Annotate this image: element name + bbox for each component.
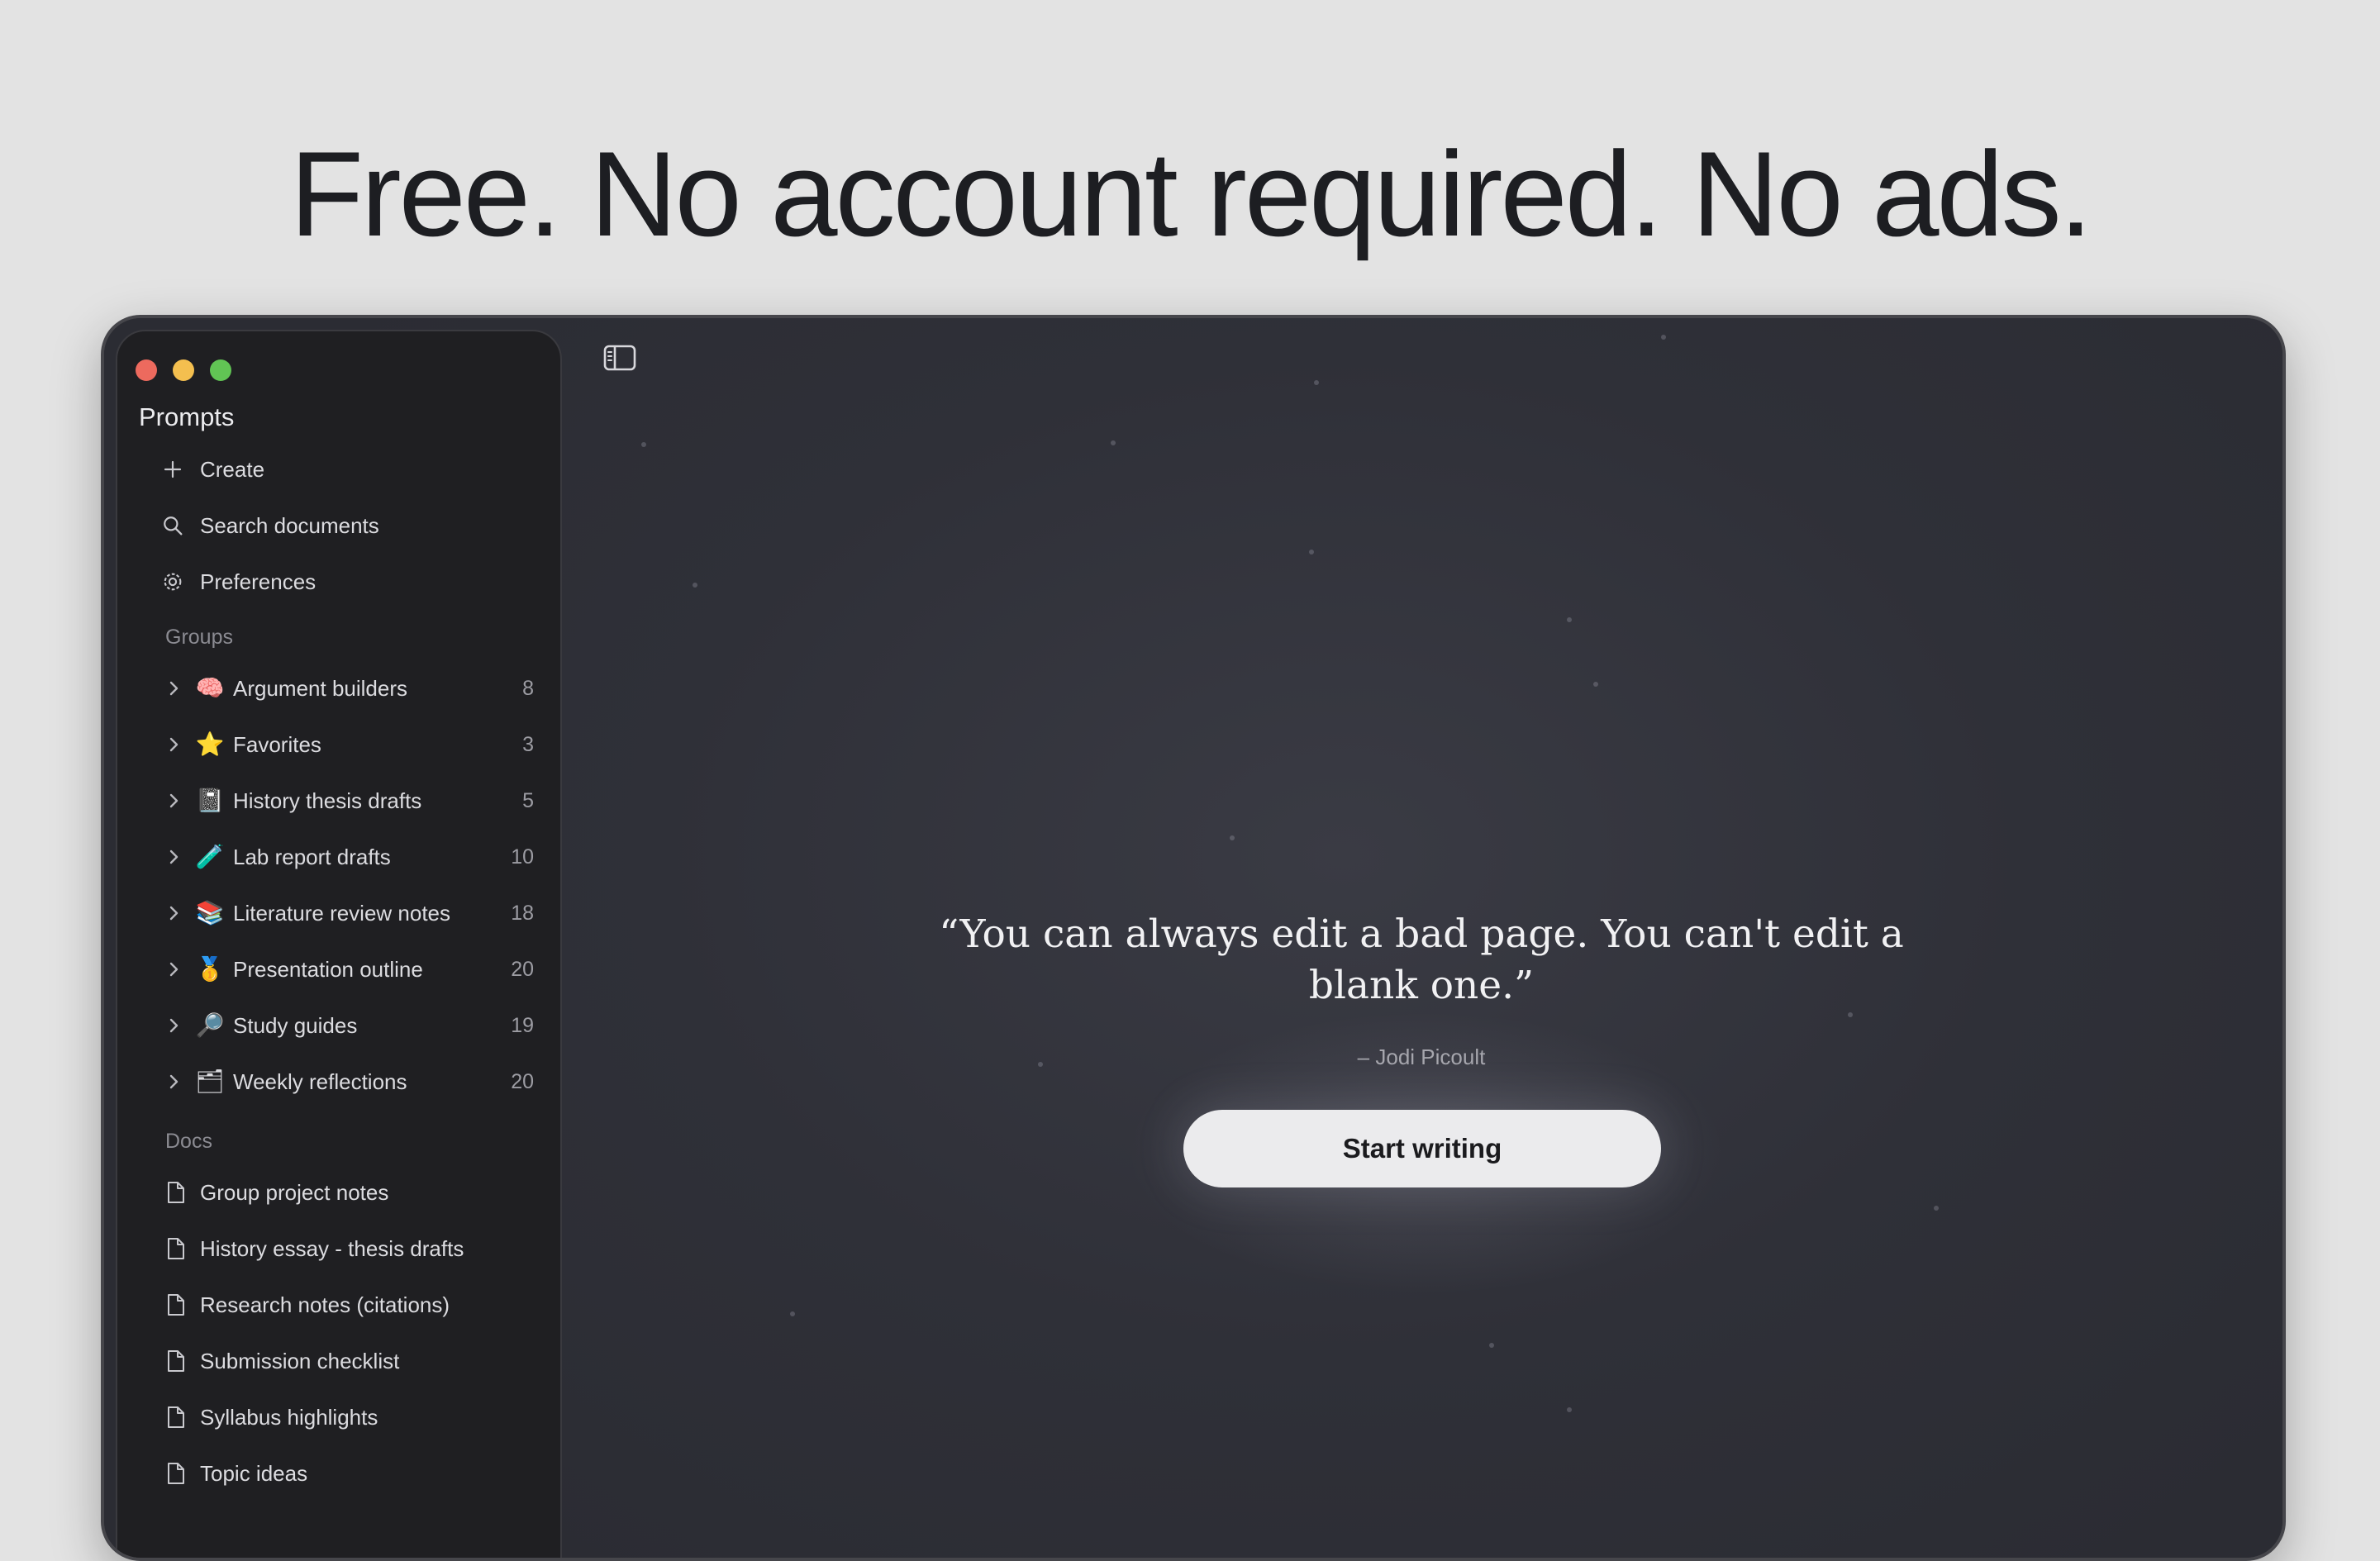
doc-item[interactable]: Submission checklist: [165, 1340, 399, 1383]
group-count: 3: [522, 732, 534, 756]
page-headline: Free. No account required. No ads.: [289, 126, 2092, 261]
search-documents-button[interactable]: Search documents: [160, 505, 379, 546]
group-item[interactable]: 🧠 Argument builders 8: [165, 667, 534, 710]
create-label: Create: [200, 456, 265, 482]
magnifier-icon: 🔎: [195, 1012, 225, 1038]
books-icon: 📚: [195, 900, 225, 926]
background-star: [1309, 550, 1314, 554]
group-count: 5: [522, 788, 534, 812]
group-label: History thesis drafts: [233, 788, 422, 813]
zoom-window-button[interactable]: [210, 359, 231, 381]
background-star: [1593, 682, 1598, 687]
doc-label: Topic ideas: [200, 1460, 308, 1486]
background-star: [1934, 1206, 1939, 1211]
sidebar: Prompts Create Search documents Preferen…: [116, 330, 562, 1558]
background-star: [1661, 335, 1666, 340]
doc-label: Group project notes: [200, 1179, 389, 1205]
background-star: [1848, 1012, 1853, 1017]
chevron-right-icon[interactable]: [165, 1013, 183, 1038]
document-icon: [165, 1292, 187, 1317]
group-label: Study guides: [233, 1012, 358, 1038]
group-item[interactable]: 🔎 Study guides 19: [165, 1004, 534, 1047]
inspirational-quote: “You can always edit a bad page. You can…: [939, 911, 1904, 1008]
group-count: 10: [511, 845, 534, 869]
chevron-right-icon[interactable]: [165, 732, 183, 757]
chevron-right-icon[interactable]: [165, 1069, 183, 1094]
chevron-right-icon[interactable]: [165, 957, 183, 982]
group-count: 20: [511, 957, 534, 981]
doc-label: Research notes (citations): [200, 1292, 450, 1317]
close-window-button[interactable]: [136, 359, 157, 381]
preferences-label: Preferences: [200, 569, 317, 594]
group-count: 19: [511, 1013, 534, 1037]
brain-icon: 🧠: [195, 675, 225, 701]
group-item[interactable]: ⭐ Favorites 3: [165, 723, 534, 766]
preferences-button[interactable]: Preferences: [160, 561, 316, 602]
group-label: Literature review notes: [233, 900, 451, 926]
doc-item[interactable]: Group project notes: [165, 1171, 388, 1214]
plus-icon: [160, 457, 185, 482]
background-star: [641, 442, 646, 447]
document-icon: [165, 1461, 187, 1486]
test-tube-icon: 🧪: [195, 844, 225, 869]
group-item[interactable]: 🧪 Lab report drafts 10: [165, 835, 534, 878]
group-item[interactable]: 🥇 Presentation outline 20: [165, 948, 534, 991]
star-icon: ⭐: [195, 731, 225, 757]
background-star: [1314, 380, 1319, 385]
chevron-right-icon[interactable]: [165, 788, 183, 813]
notebook-icon: 📓: [195, 788, 225, 813]
background-star: [790, 1311, 795, 1316]
doc-label: Submission checklist: [200, 1348, 400, 1373]
minimize-window-button[interactable]: [173, 359, 194, 381]
search-icon: [160, 513, 185, 538]
group-label: Presentation outline: [233, 956, 423, 982]
group-item[interactable]: 📚 Literature review notes 18: [165, 892, 534, 935]
doc-item[interactable]: History essay - thesis drafts: [165, 1227, 464, 1270]
group-item[interactable]: 🗂 Weekly reflections 20: [165, 1060, 534, 1103]
doc-label: History essay - thesis drafts: [200, 1235, 464, 1261]
group-label: Argument builders: [233, 675, 407, 701]
background-star: [1038, 1062, 1043, 1067]
chevron-right-icon[interactable]: [165, 901, 183, 926]
group-count: 8: [522, 676, 534, 700]
chevron-right-icon[interactable]: [165, 676, 183, 701]
document-icon: [165, 1405, 187, 1430]
group-item[interactable]: 📓 History thesis drafts 5: [165, 779, 534, 822]
groups-section-label: Groups: [165, 626, 233, 649]
quote-author: – Jodi Picoult: [1357, 1045, 1486, 1069]
sidebar-title: Prompts: [139, 402, 235, 431]
background-star: [1111, 440, 1116, 445]
medal-icon: 🥇: [195, 956, 225, 982]
background-star: [693, 583, 697, 588]
background-star: [1489, 1343, 1494, 1348]
background-star: [1567, 1407, 1572, 1412]
doc-item[interactable]: Syllabus highlights: [165, 1396, 378, 1439]
start-writing-button[interactable]: Start writing: [1183, 1110, 1661, 1187]
document-icon: [165, 1349, 187, 1373]
search-documents-label: Search documents: [200, 512, 379, 538]
group-label: Weekly reflections: [233, 1068, 407, 1094]
doc-item[interactable]: Topic ideas: [165, 1452, 307, 1495]
gear-icon: [160, 569, 185, 594]
folder-icon: 🗂: [195, 1068, 225, 1094]
create-button[interactable]: Create: [160, 449, 264, 490]
document-icon: [165, 1180, 187, 1205]
background-star: [1567, 617, 1572, 622]
document-icon: [165, 1236, 187, 1261]
group-count: 20: [511, 1069, 534, 1093]
doc-item[interactable]: Research notes (citations): [165, 1283, 450, 1326]
sidebar-toggle-icon[interactable]: [603, 345, 636, 371]
docs-section-label: Docs: [165, 1130, 212, 1153]
group-label: Lab report drafts: [233, 844, 391, 869]
chevron-right-icon[interactable]: [165, 845, 183, 869]
group-label: Favorites: [233, 731, 321, 757]
doc-label: Syllabus highlights: [200, 1404, 378, 1430]
background-star: [1230, 835, 1235, 840]
group-count: 18: [511, 901, 534, 925]
